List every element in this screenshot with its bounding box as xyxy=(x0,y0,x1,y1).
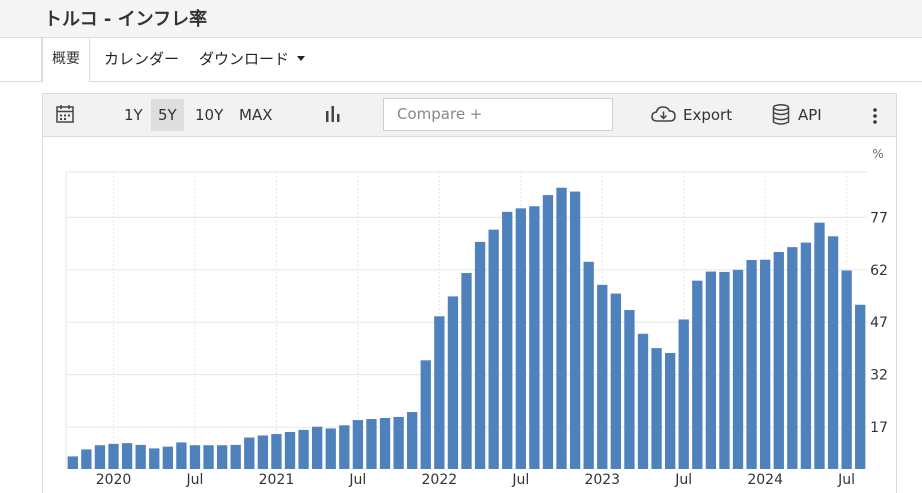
bar[interactable] xyxy=(67,456,78,469)
bar[interactable] xyxy=(135,444,146,469)
bar[interactable] xyxy=(474,241,486,469)
bar[interactable] xyxy=(800,242,812,469)
bar[interactable] xyxy=(719,271,730,469)
bar[interactable] xyxy=(434,316,445,469)
bar[interactable] xyxy=(841,270,852,469)
x-tick-label: Jul xyxy=(837,472,855,488)
x-tick-label: 2020 xyxy=(96,472,132,488)
inflation-chart: % 17 32 47 62 77 2020 Jul 2021 Jul 2022 Jul 2023 Ju… xyxy=(65,147,888,488)
bar[interactable] xyxy=(583,261,594,469)
bar[interactable] xyxy=(488,229,499,469)
bar[interactable] xyxy=(121,443,133,469)
bar[interactable] xyxy=(298,429,309,469)
y-tick-label: 32 xyxy=(870,368,888,384)
bar[interactable] xyxy=(773,252,784,469)
bar[interactable] xyxy=(379,417,391,469)
bar[interactable] xyxy=(569,191,581,469)
bar[interactable] xyxy=(189,445,201,469)
bar[interactable] xyxy=(216,445,228,469)
bar[interactable] xyxy=(529,206,540,470)
bar[interactable] xyxy=(447,296,459,469)
y-tick-label: 47 xyxy=(870,315,888,331)
bar[interactable] xyxy=(339,425,350,469)
x-tick-label: Jul xyxy=(348,472,366,488)
bar[interactable] xyxy=(678,319,689,469)
y-tick-label: 62 xyxy=(870,263,888,279)
bar[interactable] xyxy=(624,310,635,469)
bar[interactable] xyxy=(366,419,377,469)
bar[interactable] xyxy=(746,260,757,469)
bar[interactable] xyxy=(787,247,798,469)
unit-label: % xyxy=(872,147,883,161)
y-tick-label: 17 xyxy=(870,420,888,436)
x-tick-label: Jul xyxy=(186,472,204,488)
bar[interactable] xyxy=(760,259,771,469)
bar[interactable] xyxy=(325,428,336,469)
bar[interactable] xyxy=(420,360,431,469)
bar[interactable] xyxy=(664,353,676,469)
bar[interactable] xyxy=(312,426,323,469)
bar[interactable] xyxy=(244,437,255,469)
bar[interactable] xyxy=(515,208,526,469)
bar[interactable] xyxy=(176,442,187,469)
bar[interactable] xyxy=(732,269,744,469)
bar[interactable] xyxy=(203,445,214,469)
x-tick-label: Jul xyxy=(511,472,529,488)
y-tick-label: 77 xyxy=(870,210,888,226)
bar[interactable] xyxy=(271,434,282,469)
bar[interactable] xyxy=(814,222,825,469)
x-tick-label: 2021 xyxy=(259,472,295,488)
bar[interactable] xyxy=(705,271,717,469)
bar[interactable] xyxy=(284,431,296,469)
bar[interactable] xyxy=(257,435,269,469)
bar[interactable] xyxy=(149,448,160,469)
bar[interactable] xyxy=(94,445,106,469)
bar[interactable] xyxy=(162,446,173,469)
bar[interactable] xyxy=(542,195,554,469)
bar[interactable] xyxy=(610,293,621,469)
bar[interactable] xyxy=(855,304,866,469)
x-tick-label: Jul xyxy=(674,472,692,488)
bar[interactable] xyxy=(637,333,649,469)
bar[interactable] xyxy=(352,420,364,469)
bar[interactable] xyxy=(597,284,608,469)
x-tick-label: 2023 xyxy=(584,472,620,488)
bar[interactable] xyxy=(556,187,567,469)
bar[interactable] xyxy=(407,412,418,469)
bar[interactable] xyxy=(461,272,472,469)
bar[interactable] xyxy=(81,449,92,469)
x-tick-label: 2022 xyxy=(422,472,458,488)
bar[interactable] xyxy=(230,444,241,469)
bar[interactable] xyxy=(502,211,513,469)
x-tick-label: 2024 xyxy=(747,472,783,488)
bar[interactable] xyxy=(651,348,662,469)
bar[interactable] xyxy=(827,236,839,469)
bar[interactable] xyxy=(393,416,404,469)
bar[interactable] xyxy=(692,280,703,469)
bar[interactable] xyxy=(108,443,119,469)
